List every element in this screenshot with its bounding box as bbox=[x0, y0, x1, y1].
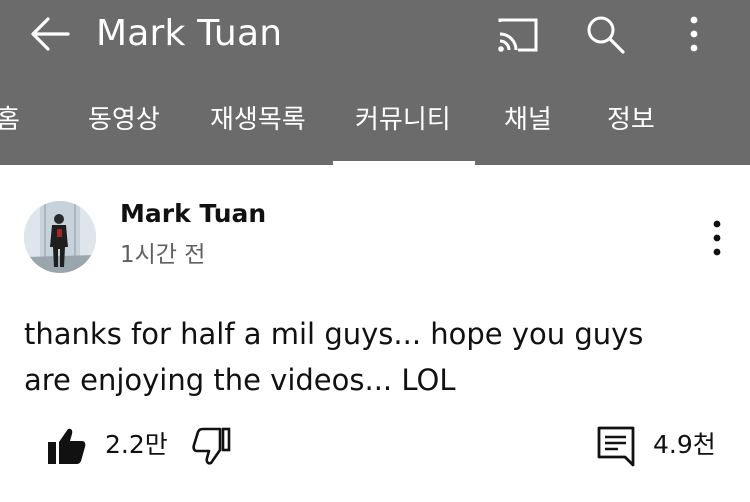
search-icon[interactable] bbox=[584, 14, 628, 56]
community-post: Mark Tuan 1시간 전 thanks for half a mil gu… bbox=[0, 165, 750, 502]
cast-icon[interactable] bbox=[496, 14, 540, 56]
tab-videos[interactable]: 동영상 bbox=[88, 92, 160, 165]
comment-count: 4.9천 bbox=[653, 430, 716, 459]
post-text-line: thanks for half a mil guys... hope you g… bbox=[24, 317, 644, 351]
post-actions: 2.2만 4.9천 bbox=[0, 415, 750, 475]
post-timestamp: 1시간 전 bbox=[120, 242, 206, 268]
channel-title: Mark Tuan bbox=[96, 13, 283, 54]
back-arrow-icon[interactable] bbox=[28, 14, 72, 54]
channel-tabs: 홈 동영상 재생목록 커뮤니티 채널 정보 bbox=[0, 92, 750, 165]
like-count: 2.2만 bbox=[105, 430, 168, 459]
top-toolbar: Mark Tuan bbox=[0, 0, 750, 72]
post-text-line: are enjoying the videos... LOL bbox=[24, 363, 456, 397]
post-text: thanks for half a mil guys... hope you g… bbox=[24, 311, 724, 403]
tab-about[interactable]: 정보 bbox=[607, 92, 655, 165]
tab-community[interactable]: 커뮤니티 bbox=[333, 92, 475, 165]
avatar[interactable] bbox=[24, 201, 96, 273]
like-icon[interactable] bbox=[46, 425, 88, 467]
post-menu-icon[interactable] bbox=[700, 215, 734, 261]
tab-playlists[interactable]: 재생목록 bbox=[210, 92, 306, 165]
comment-icon[interactable] bbox=[596, 425, 638, 467]
more-vert-icon[interactable] bbox=[672, 14, 716, 56]
tab-home[interactable]: 홈 bbox=[0, 92, 20, 165]
channel-app-bar: Mark Tuan 홈 동영상 재생목록 커뮤니티 채널 정보 bbox=[0, 0, 750, 165]
tab-channels[interactable]: 채널 bbox=[504, 92, 552, 165]
post-author[interactable]: Mark Tuan bbox=[120, 197, 266, 231]
dislike-icon[interactable] bbox=[190, 425, 232, 467]
